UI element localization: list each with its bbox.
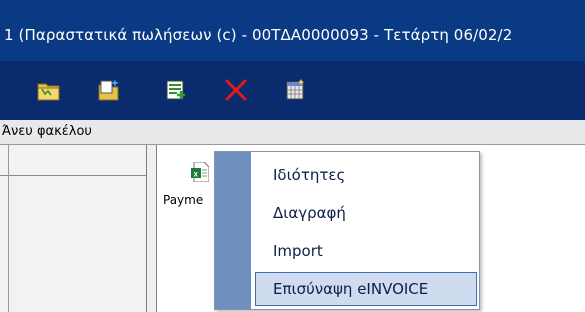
folder-tree-panel[interactable] xyxy=(0,145,147,312)
add-list-icon[interactable] xyxy=(164,77,190,103)
context-menu-icon-strip xyxy=(215,152,251,309)
folder-open-icon[interactable] xyxy=(36,77,62,103)
new-document-icon[interactable] xyxy=(96,77,122,103)
window-titlebar: 1 (Παραστατικά πωλήσεων (c) - 00ΤΔΑ00000… xyxy=(0,0,585,61)
properties-grid-icon[interactable] xyxy=(283,77,309,103)
toolbar xyxy=(0,61,585,120)
menu-item-attach-einvoice[interactable]: Επισύναψη eINVOICE xyxy=(255,272,477,306)
file-name-label[interactable]: Payme xyxy=(163,193,212,207)
menu-item-properties[interactable]: Ιδιότητες xyxy=(255,158,477,192)
folder-tree-header xyxy=(0,145,146,176)
svg-text:x: x xyxy=(194,170,199,179)
window-title: 1 (Παραστατικά πωλήσεων (c) - 00ΤΔΑ00000… xyxy=(4,26,513,44)
menu-item-delete[interactable]: Διαγραφή xyxy=(255,196,477,230)
folder-path-bar: Άνευ φακέλου xyxy=(0,120,585,145)
tree-divider xyxy=(8,145,9,312)
menu-item-import[interactable]: Import xyxy=(255,234,477,268)
delete-x-icon[interactable] xyxy=(223,77,249,103)
excel-file-icon[interactable]: x xyxy=(191,161,210,183)
context-menu: Ιδιότητες Διαγραφή Import Επισύναψη eINV… xyxy=(214,151,480,310)
folder-label: Άνευ φακέλου xyxy=(2,124,92,139)
